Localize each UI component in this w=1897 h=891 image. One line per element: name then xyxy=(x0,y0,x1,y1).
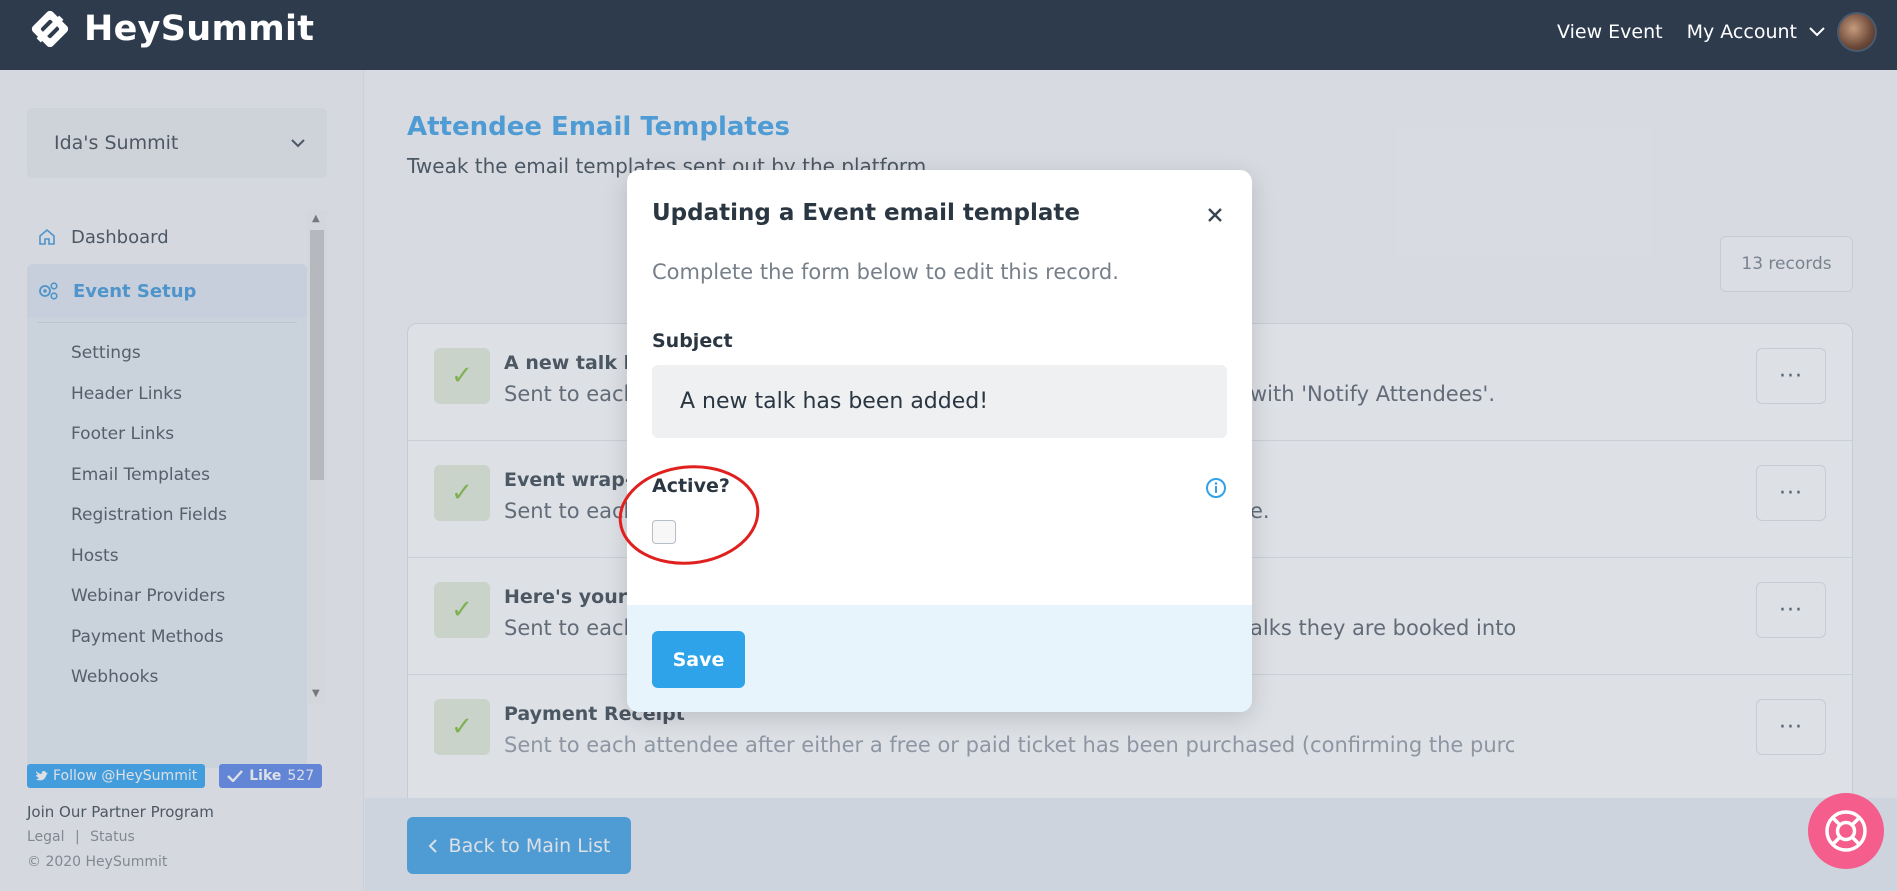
subject-label: Subject xyxy=(652,330,733,352)
subject-input[interactable] xyxy=(652,365,1227,438)
edit-template-modal: Updating a Event email template Complete… xyxy=(627,170,1252,712)
logo[interactable]: HeySummit xyxy=(26,5,314,53)
chevron-down-icon xyxy=(1809,27,1825,37)
help-button[interactable] xyxy=(1808,793,1884,869)
my-account-menu[interactable]: My Account xyxy=(1687,12,1877,52)
avatar[interactable] xyxy=(1837,12,1877,52)
my-account-label: My Account xyxy=(1686,21,1797,43)
modal-subtitle: Complete the form below to edit this rec… xyxy=(652,260,1119,284)
top-bar: HeySummit View Event My Account xyxy=(0,0,1897,70)
heysummit-logo-icon xyxy=(31,10,69,48)
info-icon[interactable] xyxy=(1205,477,1227,499)
annotation-circle xyxy=(618,465,760,565)
lifebuoy-icon xyxy=(1825,810,1867,852)
modal-title: Updating a Event email template xyxy=(652,200,1080,226)
view-event-link[interactable]: View Event xyxy=(1557,21,1663,43)
modal-footer: Save xyxy=(627,605,1252,712)
save-button[interactable]: Save xyxy=(652,631,745,688)
brand-name: HeySummit xyxy=(84,9,315,49)
close-icon[interactable] xyxy=(1207,200,1223,230)
